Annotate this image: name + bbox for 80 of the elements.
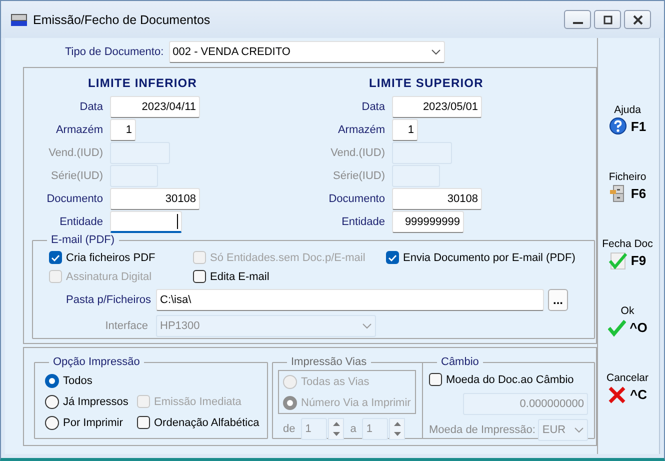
field-label: Entidade bbox=[58, 216, 103, 228]
checkbox-label[interactable]: Cria ficheiros PDF bbox=[66, 252, 156, 264]
checkbox-label[interactable]: Envia Documento por E-mail (PDF) bbox=[403, 252, 576, 264]
group-title: Impressão Vias bbox=[291, 356, 367, 368]
help-icon bbox=[608, 117, 627, 136]
field-label: Interface bbox=[104, 320, 148, 332]
checkbox[interactable] bbox=[193, 270, 206, 283]
field-label: Armazém bbox=[336, 124, 385, 136]
field-label: Tipo de Documento: bbox=[65, 46, 164, 58]
cancel-icon bbox=[608, 385, 626, 404]
input-field[interactable]: C:\isa\ bbox=[156, 289, 544, 311]
radio-button[interactable] bbox=[45, 374, 59, 388]
toolbar-button-label[interactable]: Cancelar bbox=[606, 372, 649, 384]
radio-label[interactable]: Por Imprimir bbox=[63, 416, 123, 428]
chevron-icon bbox=[430, 49, 441, 55]
toolbar-button-label[interactable]: Ajuda bbox=[614, 104, 641, 116]
input-field[interactable]: 1 bbox=[110, 119, 136, 141]
field-label: a bbox=[350, 423, 356, 435]
shortcut-key: ^O bbox=[630, 320, 648, 335]
input-field[interactable]: 2023/04/11 bbox=[110, 96, 200, 118]
field-label: Série(IUD) bbox=[332, 170, 385, 182]
close-icon bbox=[632, 14, 642, 24]
group-title: E-mail (PDF) bbox=[51, 234, 115, 246]
chevron-icon bbox=[574, 427, 584, 433]
close-button[interactable] bbox=[624, 10, 651, 29]
toolbar-button-label[interactable]: Ok bbox=[620, 305, 634, 317]
field-label: Pasta p/Ficheiros bbox=[65, 294, 151, 306]
field-label: Data bbox=[360, 101, 385, 113]
field-label: Documento bbox=[328, 193, 385, 205]
radio-button[interactable] bbox=[45, 416, 59, 430]
shortcut-key: F6 bbox=[630, 186, 646, 201]
checkbox[interactable] bbox=[429, 373, 442, 386]
maximize-button[interactable] bbox=[594, 10, 621, 29]
field-label: Vend.(IUD) bbox=[48, 147, 103, 159]
field-label: Data bbox=[78, 101, 103, 113]
maximize-icon bbox=[602, 14, 612, 24]
minimize-button[interactable] bbox=[564, 10, 591, 29]
shortcut-key: ^C bbox=[630, 387, 647, 402]
field-label: Entidade bbox=[340, 216, 385, 228]
checkbox-label[interactable]: Edita E-mail bbox=[210, 270, 270, 282]
radio-label[interactable]: Todos bbox=[63, 374, 92, 386]
field-label: Série(IUD) bbox=[50, 170, 103, 182]
check-icon bbox=[608, 318, 626, 337]
input-field[interactable]: 30108 bbox=[110, 188, 200, 210]
shortcut-key: F1 bbox=[630, 119, 646, 134]
field-label: Documento bbox=[46, 193, 103, 205]
input-field[interactable] bbox=[110, 211, 182, 233]
spinner-buttons[interactable] bbox=[328, 418, 344, 440]
input-field[interactable]: 999999999 bbox=[392, 211, 464, 233]
minimize-icon bbox=[572, 22, 582, 24]
checkbox-label[interactable]: Moeda do Doc.ao Câmbio bbox=[446, 374, 574, 386]
radio-button[interactable] bbox=[45, 394, 59, 408]
checkbox[interactable] bbox=[386, 251, 399, 264]
section-heading: LIMITE SUPERIOR bbox=[368, 76, 484, 92]
group-title: Câmbio bbox=[441, 356, 479, 368]
browse-button[interactable]: ... bbox=[548, 289, 568, 311]
toolbar-button-label[interactable]: Ficheiro bbox=[608, 171, 646, 183]
toolbar-button-label[interactable]: Fecha Doc bbox=[602, 238, 653, 250]
field-label: Vend.(IUD) bbox=[330, 147, 385, 159]
group-title: Opção Impressão bbox=[53, 356, 140, 368]
shortcut-key: F9 bbox=[630, 253, 646, 268]
spinner-buttons[interactable] bbox=[389, 418, 406, 440]
radio-label[interactable]: Já Impressos bbox=[63, 396, 128, 408]
checkbox[interactable] bbox=[49, 251, 62, 264]
field-label: de bbox=[283, 423, 296, 435]
input-field[interactable]: 2023/05/01 bbox=[392, 96, 482, 118]
checkbox[interactable] bbox=[137, 416, 150, 429]
window-title: Emissão/Fecho de Documentos bbox=[33, 12, 210, 26]
section-heading: LIMITE INFERIOR bbox=[87, 76, 198, 92]
document-check-icon bbox=[608, 251, 627, 270]
document-type-dropdown[interactable]: 002 - VENDA CREDITO bbox=[168, 41, 445, 63]
input-field[interactable]: 30108 bbox=[392, 188, 482, 210]
checkbox-label[interactable]: Ordenação Alfabética bbox=[154, 416, 260, 428]
field-label: Moeda de Impressão: bbox=[429, 424, 536, 436]
chevron-icon bbox=[362, 323, 372, 329]
input-field[interactable]: 1 bbox=[392, 119, 418, 141]
app-icon bbox=[11, 14, 27, 26]
file-cabinet-icon bbox=[608, 184, 627, 203]
text-cursor bbox=[177, 214, 178, 229]
field-label: Armazém bbox=[54, 124, 103, 136]
